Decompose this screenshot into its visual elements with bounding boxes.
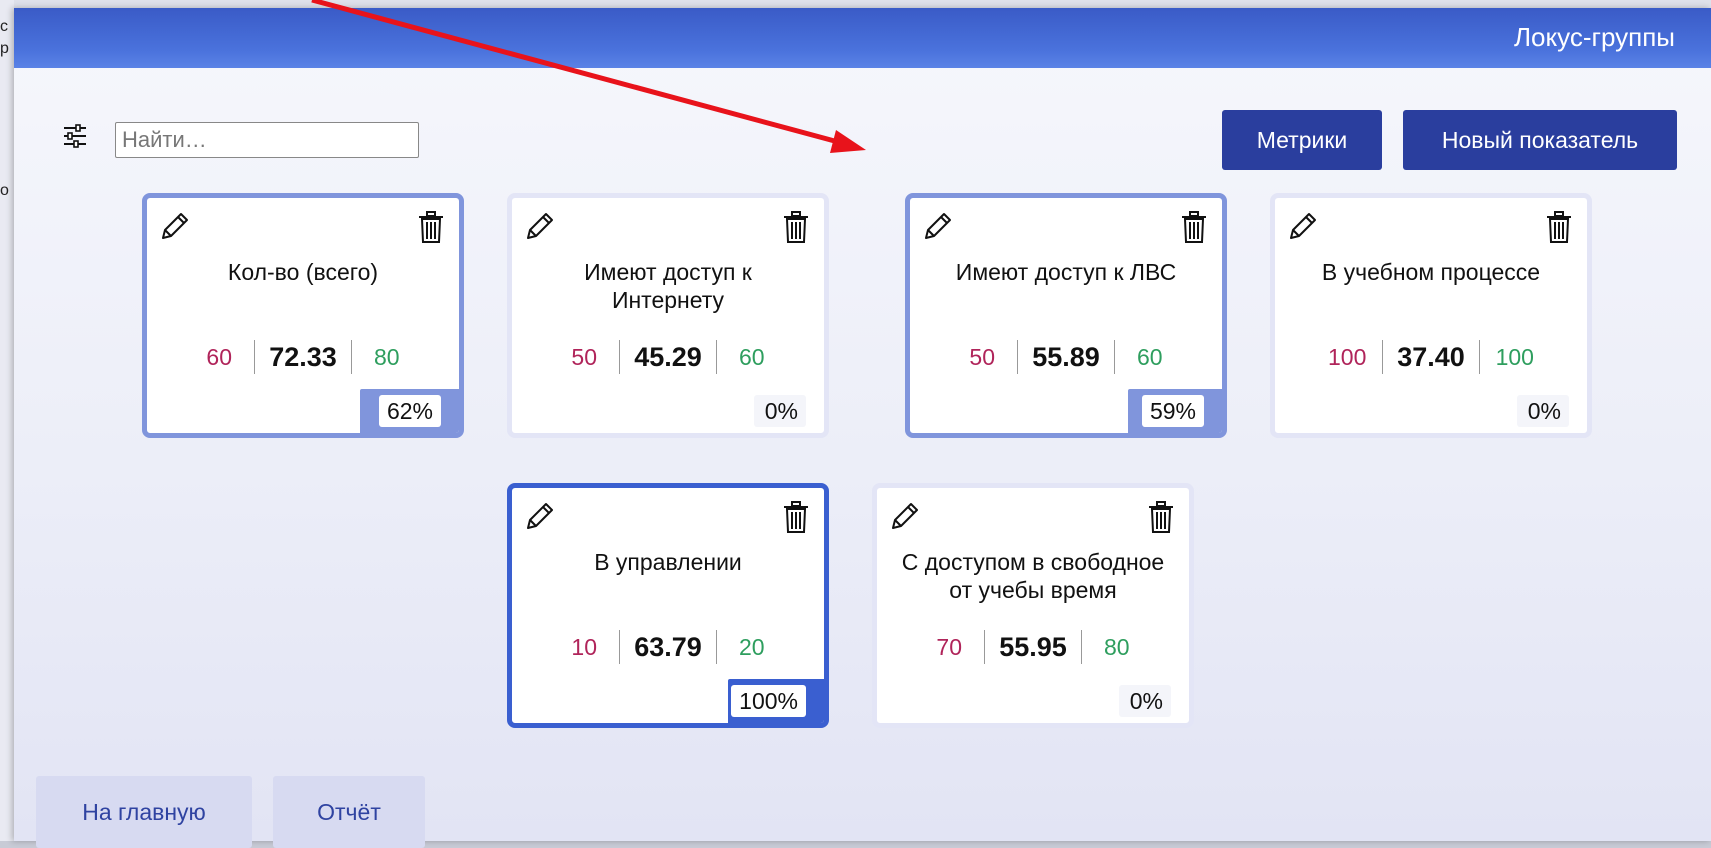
indicator-card[interactable]: Кол-во (всего) 60 72.33 80 62% <box>142 193 464 438</box>
pencil-icon[interactable] <box>524 210 556 242</box>
percent-badge: 100% <box>731 685 806 717</box>
dialog-title: Локус-группы <box>1513 22 1675 52</box>
background-text-fragment: с <box>0 18 8 35</box>
card-values: 100 37.40 100 <box>1275 340 1587 374</box>
trash-icon[interactable] <box>1545 210 1573 244</box>
max-value: 60 <box>1136 343 1163 370</box>
current-value: 55.95 <box>984 630 1082 664</box>
indicator-card[interactable]: Имеют доступ к ЛВС 50 55.89 60 59% <box>905 193 1227 438</box>
report-button[interactable]: Отчёт <box>273 776 425 848</box>
current-value: 37.40 <box>1382 340 1480 374</box>
percent-badge: 0% <box>1119 685 1171 717</box>
locus-groups-dialog: Локус-группы Метрики Новый показатель Ко… <box>14 8 1711 848</box>
trash-icon[interactable] <box>782 500 810 534</box>
dialog-titlebar: Локус-группы <box>14 8 1711 68</box>
max-value: 60 <box>738 343 765 370</box>
pencil-icon[interactable] <box>889 500 921 532</box>
indicator-card[interactable]: В управлении 10 63.79 20 100% <box>507 483 829 728</box>
pencil-icon[interactable] <box>1287 210 1319 242</box>
percent-badge: 0% <box>754 395 806 427</box>
current-value: 63.79 <box>619 630 717 664</box>
trash-icon[interactable] <box>782 210 810 244</box>
card-title: В управлении <box>594 549 742 575</box>
percent-badge: 59% <box>1141 395 1204 427</box>
card-values: 50 45.29 60 <box>512 340 824 374</box>
filter-sliders-icon[interactable] <box>62 123 88 149</box>
indicator-card[interactable]: В учебном процессе 100 37.40 100 0% <box>1270 193 1592 438</box>
trash-icon[interactable] <box>1147 500 1175 534</box>
background-text-fragment: о <box>0 182 9 199</box>
card-values: 10 63.79 20 <box>512 630 824 664</box>
max-value: 80 <box>373 343 400 370</box>
card-title: Имеют доступ к ЛВС <box>955 259 1177 285</box>
card-values: 50 55.89 60 <box>910 340 1222 374</box>
min-value: 50 <box>969 343 995 370</box>
min-value: 50 <box>571 343 597 370</box>
card-title: В учебном процессе <box>1321 259 1541 285</box>
card-title: Кол-во (всего) <box>227 259 379 285</box>
min-value: 100 <box>1328 343 1367 370</box>
current-value: 72.33 <box>254 340 352 374</box>
min-value: 60 <box>206 343 232 370</box>
search-input[interactable] <box>115 122 419 158</box>
trash-icon[interactable] <box>1180 210 1208 244</box>
min-value: 10 <box>571 633 597 660</box>
pencil-icon[interactable] <box>159 210 191 242</box>
current-value: 55.89 <box>1017 340 1115 374</box>
card-title: С доступом в свободное от учебы время <box>901 549 1165 603</box>
max-value: 80 <box>1103 633 1130 660</box>
indicator-card[interactable]: Имеют доступ к Интернету 50 45.29 60 0% <box>507 193 829 438</box>
indicator-card[interactable]: С доступом в свободное от учебы время 70 55… <box>872 483 1194 728</box>
pencil-icon[interactable] <box>524 500 556 532</box>
max-value: 100 <box>1495 343 1534 370</box>
card-values: 70 55.95 80 <box>877 630 1189 664</box>
max-value: 20 <box>738 633 765 660</box>
metrics-button[interactable]: Метрики <box>1222 110 1382 170</box>
card-values: 60 72.33 80 <box>147 340 459 374</box>
background-window-top <box>14 0 1711 8</box>
background-text-fragment: р <box>0 40 9 57</box>
home-button[interactable]: На главную <box>36 776 252 848</box>
percent-badge: 62% <box>378 395 441 427</box>
current-value: 45.29 <box>619 340 717 374</box>
new-indicator-button[interactable]: Новый показатель <box>1403 110 1677 170</box>
trash-icon[interactable] <box>417 210 445 244</box>
background-window-strip: с р о <box>0 0 14 841</box>
card-title: Имеют доступ к Интернету <box>584 259 752 313</box>
min-value: 70 <box>936 633 962 660</box>
percent-badge: 0% <box>1517 395 1569 427</box>
pencil-icon[interactable] <box>922 210 954 242</box>
